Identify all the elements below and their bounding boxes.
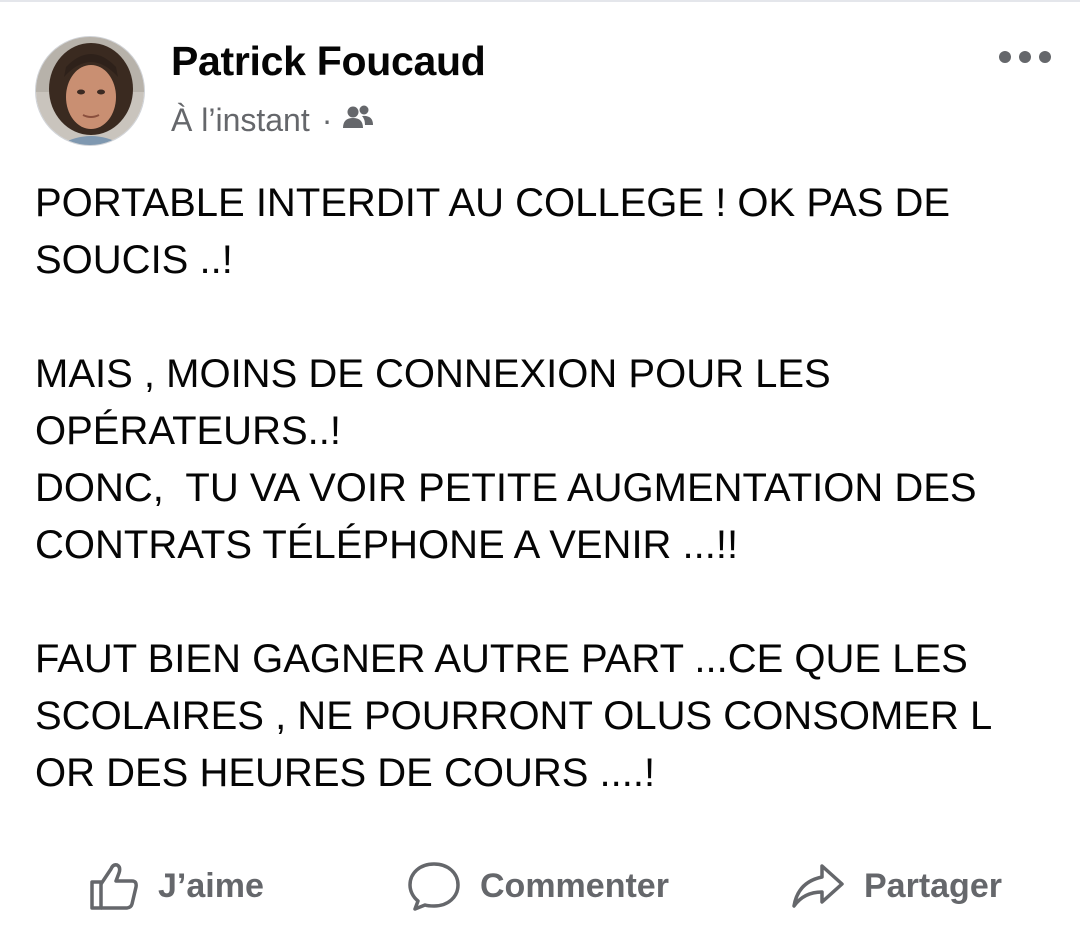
friends-icon[interactable]	[342, 103, 374, 140]
comment-label: Commenter	[480, 866, 669, 905]
more-options-icon	[999, 51, 1051, 63]
thumbs-up-icon	[88, 860, 140, 912]
post-timestamp[interactable]: À l’instant	[171, 102, 310, 139]
comment-bubble-icon	[406, 860, 462, 912]
avatar-photo	[36, 37, 144, 145]
share-label: Partager	[864, 866, 1002, 905]
post-meta: À l’instant ·	[171, 100, 374, 140]
avatar[interactable]	[35, 36, 145, 146]
like-label: J’aime	[158, 866, 264, 905]
top-divider	[0, 0, 1080, 2]
like-button[interactable]: J’aime	[88, 848, 264, 924]
comment-button[interactable]: Commenter	[406, 848, 669, 924]
post-text: PORTABLE INTERDIT AU COLLEGE ! OK PAS DE…	[35, 181, 991, 795]
author-name[interactable]: Patrick Foucaud	[171, 38, 486, 85]
post-actions-bar: J’aime Commenter Partager	[0, 848, 1080, 924]
more-options-button[interactable]	[996, 44, 1054, 70]
share-button[interactable]: Partager	[790, 848, 1002, 924]
meta-separator: ·	[321, 101, 333, 138]
share-arrow-icon	[790, 860, 846, 912]
